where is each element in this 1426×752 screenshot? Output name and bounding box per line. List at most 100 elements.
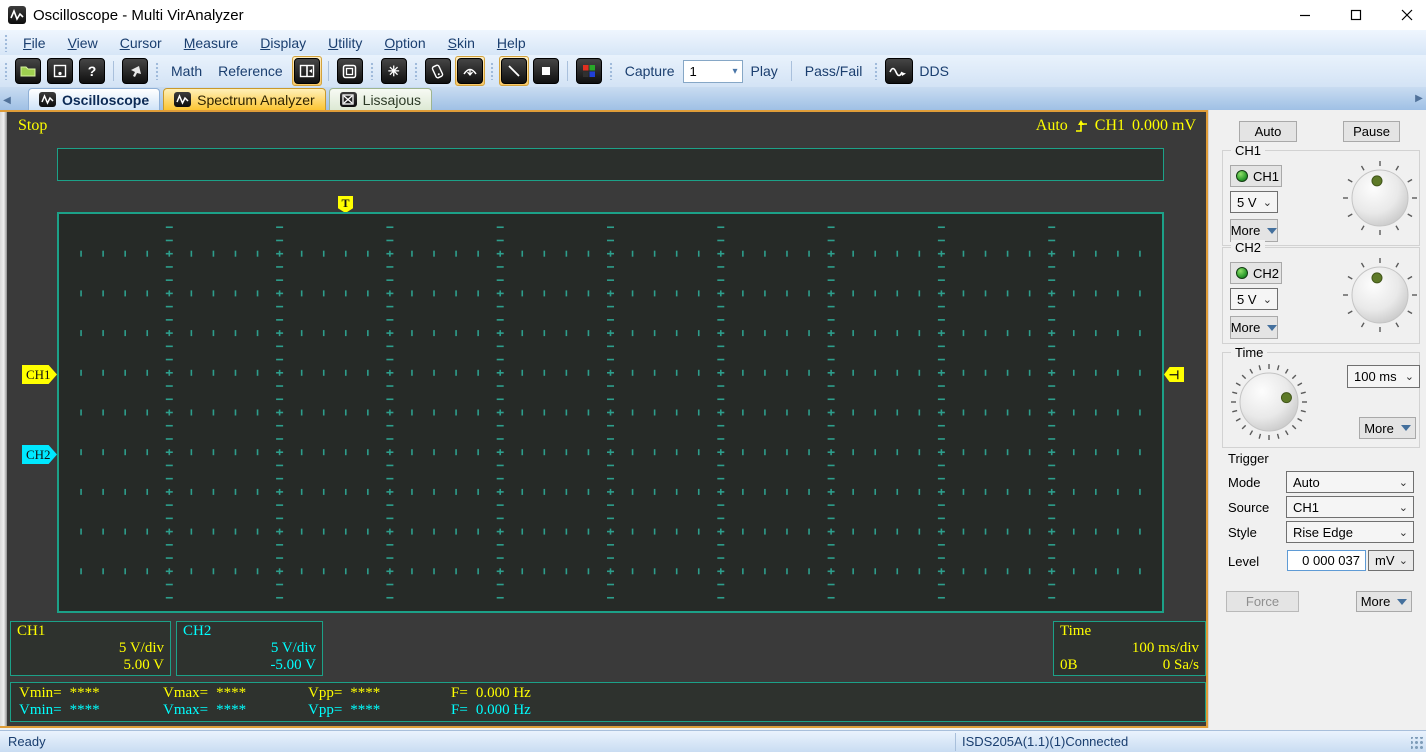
close-button[interactable]	[1384, 0, 1426, 30]
device-button[interactable]	[423, 56, 453, 86]
save-icon	[47, 58, 73, 84]
tab-label: Spectrum Analyzer	[197, 91, 315, 108]
line-icon	[500, 58, 527, 84]
ch1-position-marker[interactable]: CH1	[22, 365, 57, 384]
tab-lissajous[interactable]: Lissajous	[328, 88, 433, 110]
sweep-button[interactable]	[454, 56, 485, 86]
title-bar: Oscilloscope - Multi VirAnalyzer	[0, 0, 1426, 30]
play-button[interactable]: Play	[743, 59, 786, 83]
split-panel-button[interactable]	[291, 56, 322, 86]
overview-bar[interactable]	[57, 148, 1164, 181]
chevron-down-icon: ⌄	[1398, 476, 1408, 489]
menu-skin[interactable]: Skin	[437, 32, 486, 54]
tab-oscilloscope[interactable]: Oscilloscope	[28, 88, 161, 110]
pane-splitter[interactable]	[0, 112, 7, 726]
trigger-source-select[interactable]: CH1 ⌄	[1286, 496, 1414, 518]
trigger-level-unit-select[interactable]: mV ⌄	[1368, 550, 1414, 571]
trigger-group-label: Trigger	[1228, 451, 1269, 466]
toolbar-separator	[790, 61, 792, 81]
ch2-position-marker[interactable]: CH2	[22, 445, 57, 464]
pause-button[interactable]: Pause	[1343, 121, 1400, 142]
menu-file[interactable]: File	[12, 32, 57, 54]
math-button[interactable]: Math	[163, 59, 210, 83]
ch2-scale-select[interactable]: 5 V ⌄	[1230, 288, 1278, 310]
tab-scroll-left[interactable]: ◀	[0, 90, 14, 110]
menu-utility[interactable]: Utility	[317, 32, 373, 54]
chevron-down-icon: ⌄	[1262, 293, 1272, 306]
ch1-scale-select[interactable]: 5 V ⌄	[1230, 191, 1278, 213]
trigger-level-input[interactable]	[1287, 550, 1366, 571]
ch2-led-icon	[1236, 267, 1248, 279]
trigger-level-marker[interactable]: ⊣	[1164, 367, 1184, 382]
autoset-button[interactable]: ✳	[379, 56, 409, 86]
ch1-scale-knob[interactable]	[1341, 159, 1419, 237]
tab-label: Lissajous	[362, 91, 422, 108]
menu-help[interactable]: Help	[486, 32, 537, 54]
ch1-scale-value: 5 V	[1237, 194, 1257, 210]
timebase-select[interactable]: 100 ms ⌄	[1347, 365, 1420, 388]
ch2-enable-button[interactable]: CH2	[1230, 262, 1282, 284]
menu-view[interactable]: View	[57, 32, 109, 54]
menu-measure[interactable]: Measure	[173, 32, 249, 54]
menu-option[interactable]: Option	[373, 32, 436, 54]
vpp-value: ****	[350, 685, 381, 701]
trigger-mode-readout: Auto	[1035, 117, 1068, 134]
ch2-group-label: CH2	[1231, 240, 1266, 255]
lissajous-icon	[339, 92, 357, 107]
dds-label[interactable]: DDS	[916, 59, 957, 83]
fullscreen-icon	[336, 58, 363, 84]
help-button[interactable]: ?	[77, 56, 107, 86]
toolbar-grip	[4, 62, 8, 80]
chevron-down-icon: ⌄	[1404, 371, 1414, 383]
trigger-more-label: More	[1360, 594, 1391, 609]
minimize-button[interactable]	[1282, 0, 1328, 30]
line-draw-button[interactable]	[498, 56, 529, 86]
toolbar: ? Math Reference ✳ Capture 1 ▾ Play Pass…	[0, 55, 1426, 88]
tab-scroll-right[interactable]: ▶	[1412, 87, 1426, 110]
ch1-enable-button[interactable]: CH1	[1230, 165, 1282, 187]
passfail-button[interactable]: Pass/Fail	[797, 59, 871, 83]
ch2-more-label: More	[1230, 320, 1261, 335]
tab-spectrum-analyzer[interactable]: Spectrum Analyzer	[163, 88, 326, 110]
color-grid-button[interactable]	[574, 56, 604, 86]
waveform-icon	[174, 92, 192, 107]
trigger-more-button[interactable]: More	[1356, 591, 1412, 612]
ch2-scale-knob[interactable]	[1341, 256, 1419, 334]
force-trigger-button[interactable]: Force	[1226, 591, 1299, 612]
reference-button[interactable]: Reference	[210, 59, 291, 83]
vpp-value: ****	[350, 702, 381, 718]
scope-display-pane: Stop Auto CH1 0.000 mV T CH1 CH2 ⊣ CH1 5…	[0, 110, 1208, 728]
save-button[interactable]	[45, 56, 75, 86]
trigger-mode-select[interactable]: Auto ⌄	[1286, 471, 1414, 493]
time-more-button[interactable]: More	[1359, 417, 1416, 439]
buffer-readout: 0B	[1060, 657, 1078, 673]
ch1-info-box: CH1 5 V/div 5.00 V	[10, 621, 171, 676]
color-grid-icon	[575, 58, 602, 84]
stop-draw-button[interactable]	[531, 56, 561, 86]
toolbar-grip	[4, 33, 8, 52]
waveform-icon	[39, 92, 56, 107]
menu-cursor[interactable]: Cursor	[109, 32, 173, 54]
trigger-position-marker[interactable]: T	[338, 196, 353, 213]
t-marker-label: T	[341, 196, 350, 210]
pointer-tool-button[interactable]	[120, 56, 150, 86]
maximize-button[interactable]	[1333, 0, 1379, 30]
autoset-icon: ✳	[380, 58, 407, 84]
vmin-label: Vmin=	[19, 685, 62, 701]
resize-grip[interactable]	[1411, 737, 1424, 750]
open-button[interactable]	[13, 56, 43, 86]
toolbar-grip	[608, 62, 613, 80]
dds-button[interactable]	[883, 56, 915, 86]
timebase-knob[interactable]	[1228, 361, 1310, 443]
ch2-more-button[interactable]: More	[1230, 316, 1278, 339]
vmax-value: ****	[216, 685, 247, 701]
ch1-more-button[interactable]: More	[1230, 219, 1278, 242]
status-bar: Ready ISDS205A(1.1)(1)Connected	[0, 730, 1426, 752]
fullscreen-button[interactable]	[335, 56, 365, 86]
stop-icon	[532, 58, 559, 84]
capture-count-select[interactable]: 1 ▾	[682, 59, 743, 83]
auto-button[interactable]: Auto	[1239, 121, 1297, 142]
menu-display[interactable]: Display	[249, 32, 317, 54]
trigger-style-select[interactable]: Rise Edge ⌄	[1286, 521, 1414, 543]
toolbar-grip	[489, 62, 494, 80]
